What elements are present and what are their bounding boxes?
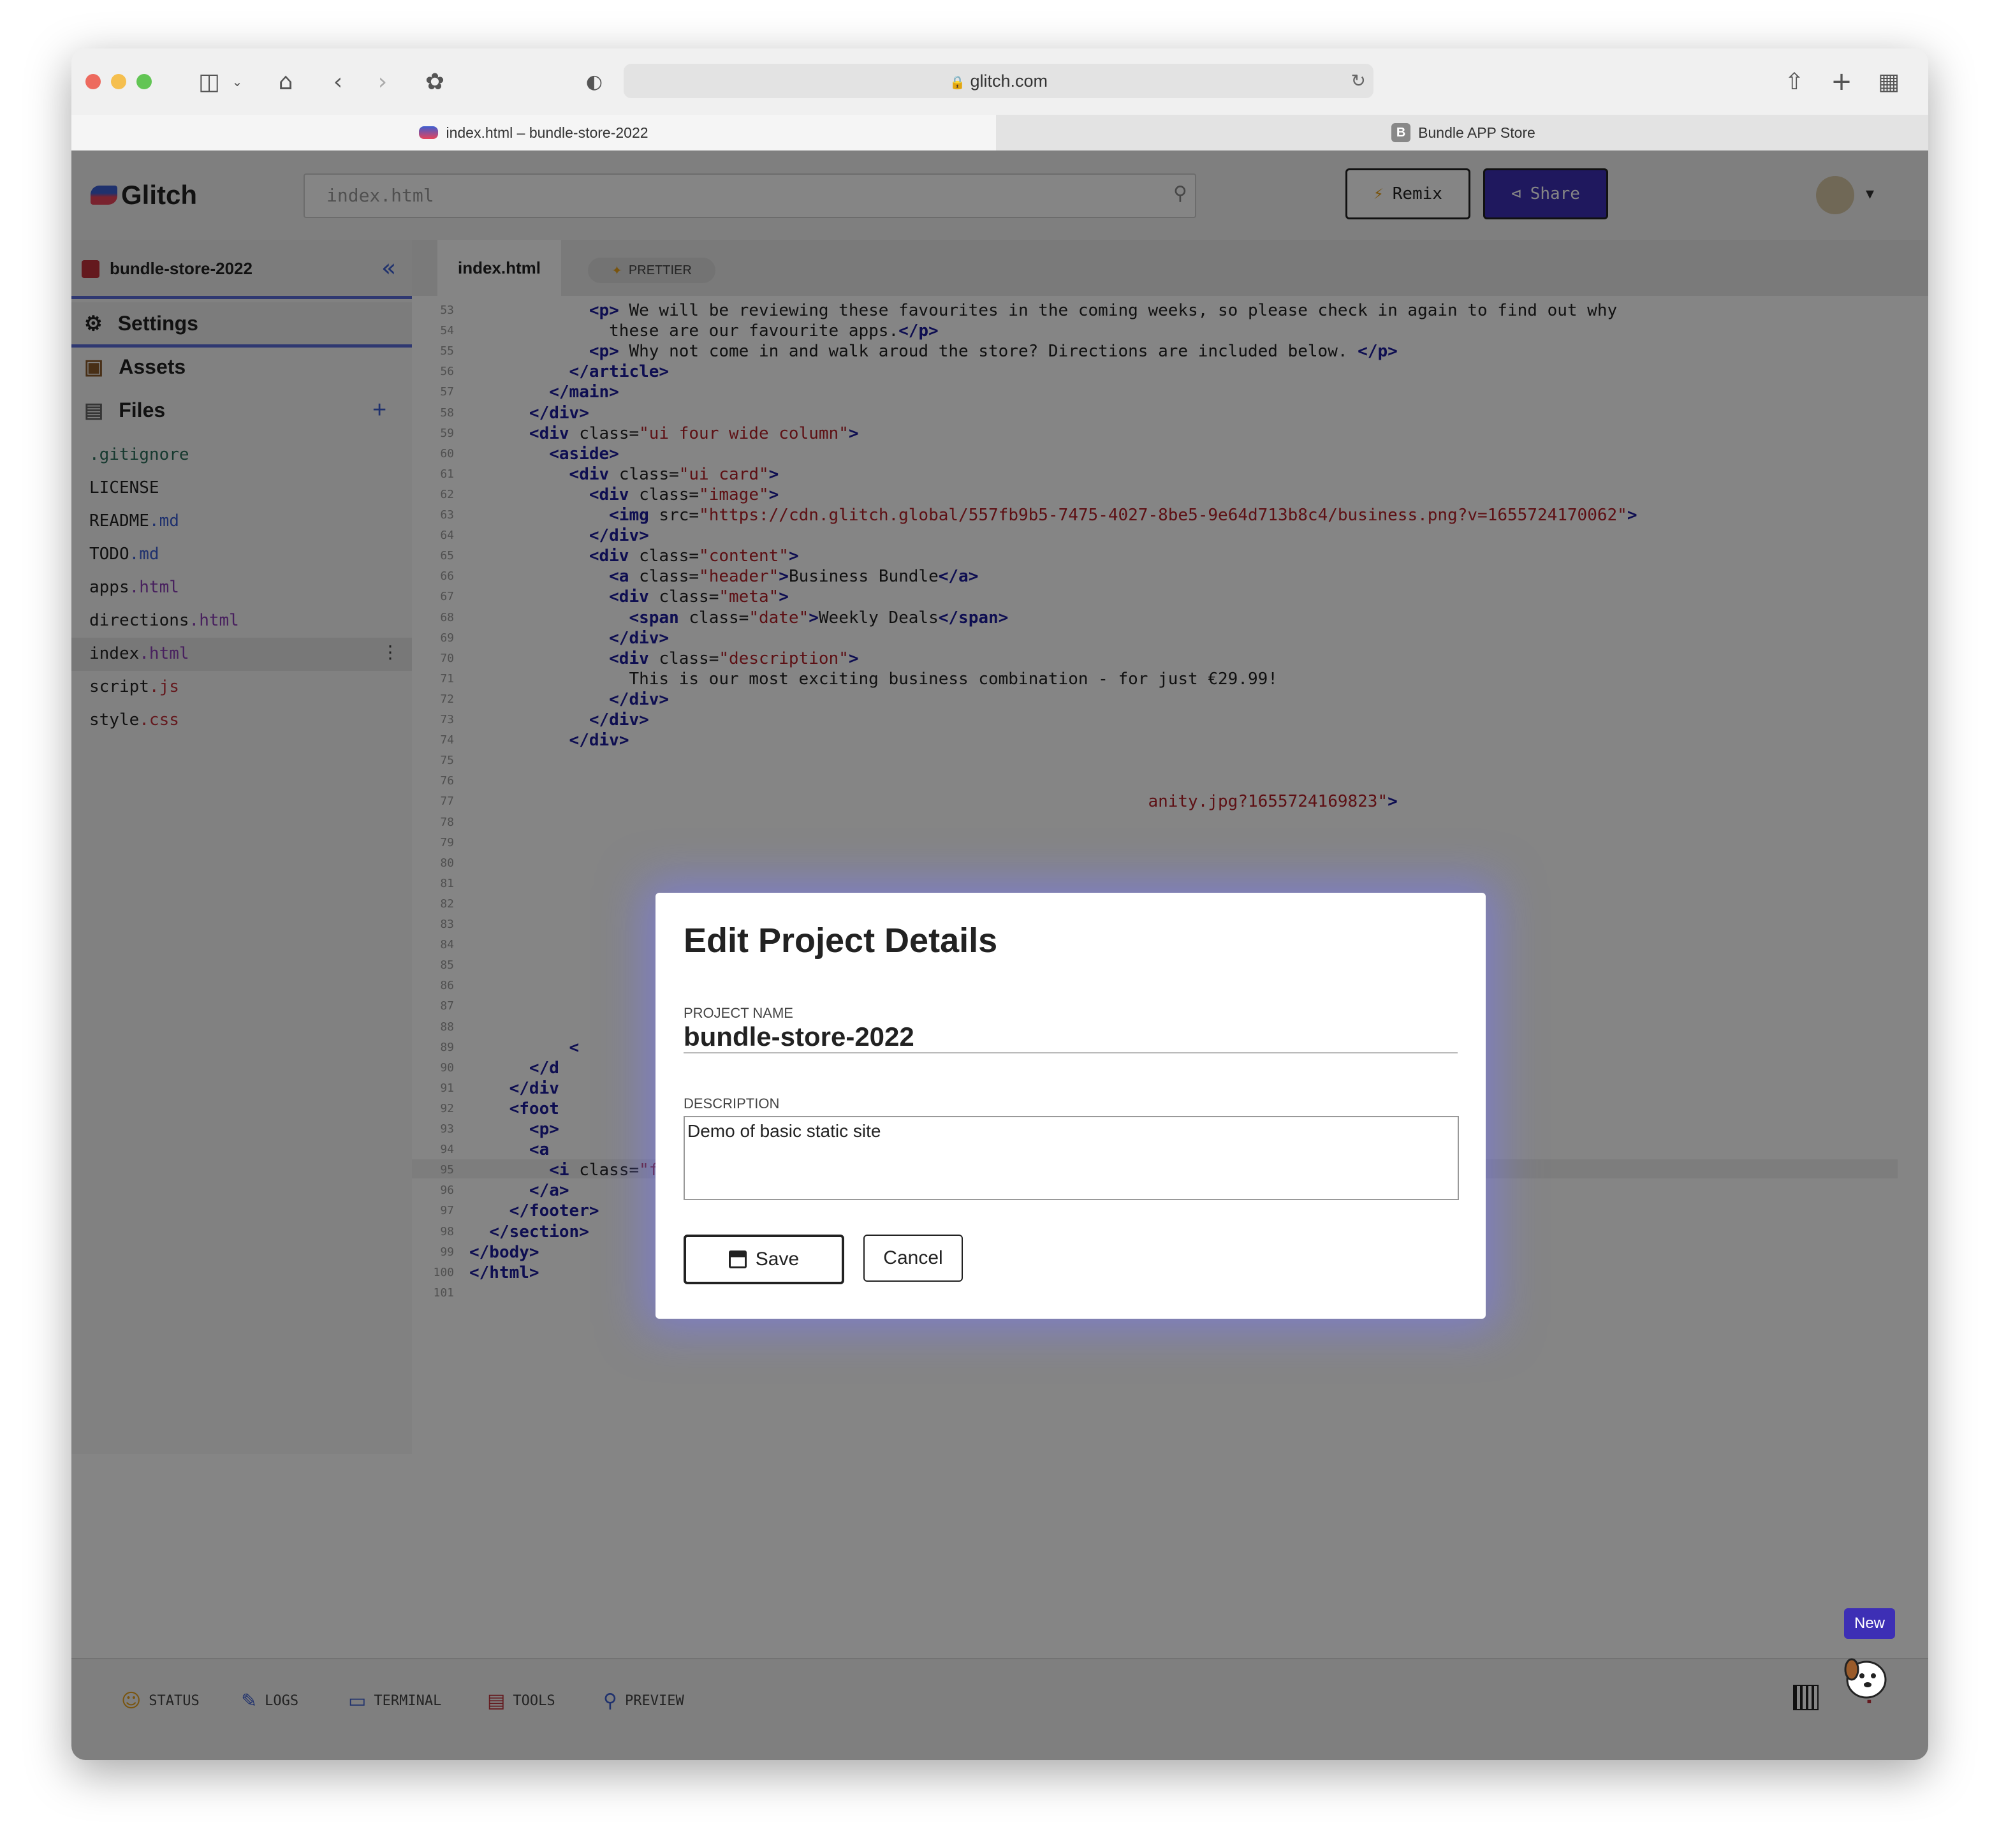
chevron-down-icon[interactable]: ⌄ [230,66,245,97]
close-window-button[interactable] [85,74,101,89]
browser-tab-label: index.html – bundle-store-2022 [446,124,648,141]
project-name-field[interactable]: bundle-store-2022 [684,1022,1458,1053]
description-label: DESCRIPTION [684,1096,780,1111]
new-tab-icon[interactable]: + [1826,66,1857,97]
extension-icon[interactable]: ✿ [420,66,450,97]
browser-tab-bar: index.html – bundle-store-2022 B Bundle … [71,115,1928,151]
reload-icon[interactable]: ↻ [1351,70,1366,91]
browser-tab-bundle-app-store[interactable]: B Bundle APP Store [999,115,1928,150]
save-label: Save [755,1249,800,1270]
forward-icon[interactable]: › [371,66,394,97]
modal-title: Edit Project Details [684,921,998,960]
browser-toolbar: ◫ ⌄ ⌂ ‹ › ✿ ◐ 🔒 glitch.com ↻ ⇧ + ▦ [71,48,1928,115]
floppy-disk-icon [728,1250,747,1268]
url-text: glitch.com [970,71,1048,91]
new-badge[interactable]: New [1844,1608,1895,1639]
edit-project-modal: Edit Project Details PROJECT NAME bundle… [655,893,1486,1319]
home-icon[interactable]: ⌂ [270,66,301,97]
lock-icon: 🔒 [949,76,965,90]
zoom-window-button[interactable] [136,74,152,89]
description-field[interactable]: Demo of basic static site [684,1116,1459,1200]
browser-tab-glitch[interactable]: index.html – bundle-store-2022 [71,115,996,150]
address-bar[interactable]: 🔒 glitch.com ↻ [624,64,1373,98]
save-button[interactable]: Save [684,1235,844,1284]
minimize-window-button[interactable] [111,74,126,89]
sidebar-toggle-icon[interactable]: ◫ [194,66,224,97]
back-icon[interactable]: ‹ [326,66,349,97]
dog-mascot-icon[interactable] [1838,1646,1895,1704]
bundle-favicon-icon: B [1391,123,1411,142]
share-icon[interactable]: ⇧ [1779,66,1810,97]
cancel-label: Cancel [883,1247,943,1268]
browser-window: ◫ ⌄ ⌂ ‹ › ✿ ◐ 🔒 glitch.com ↻ ⇧ + ▦ index… [71,48,1928,1760]
cancel-button[interactable]: Cancel [863,1235,963,1282]
tab-overview-icon[interactable]: ▦ [1873,66,1904,97]
browser-tab-label: Bundle APP Store [1418,124,1535,141]
project-name-label: PROJECT NAME [684,1005,793,1021]
glitch-app: Glitch index.html ⚲ ⚡ Remix ⊲ Share ▾ bu… [71,150,1928,1760]
glitch-favicon-icon [419,126,439,139]
privacy-shield-icon[interactable]: ◐ [579,66,610,97]
